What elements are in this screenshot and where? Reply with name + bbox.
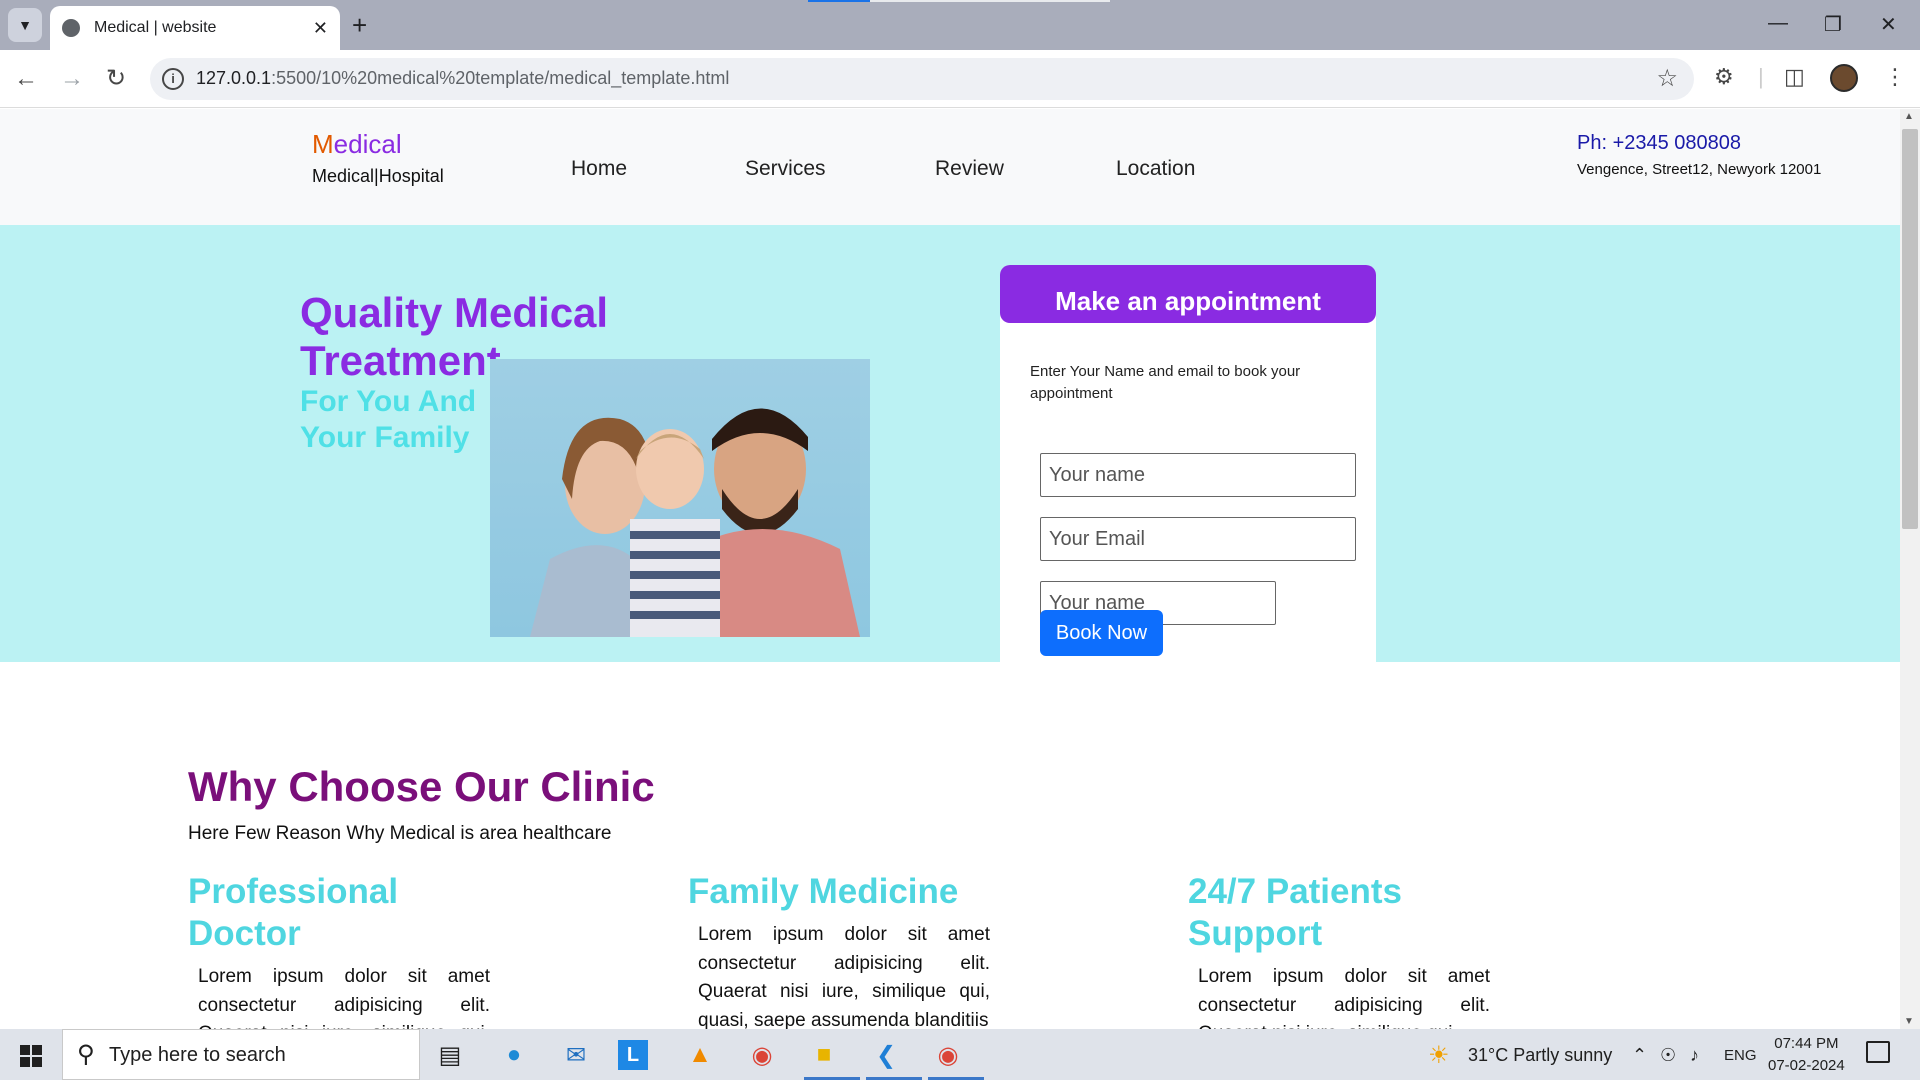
chrome-icon[interactable]: ◉ (742, 1036, 782, 1074)
hero-subtitle: For You And Your Family (300, 385, 477, 454)
windows-taskbar: ⚲ Type here to search ▤ ● ✉ L ▲ ◉ ■ ❮ ◉ … (0, 1029, 1920, 1080)
clock-time: 07:44 PM (1774, 1035, 1839, 1052)
feature-card: 24/7 Patients Support Lorem ipsum dolor … (1188, 871, 1490, 1029)
nav-location[interactable]: Location (1116, 157, 1195, 181)
page-viewport: Medical Medical|Hospital Home Services R… (0, 109, 1900, 1029)
book-now-button[interactable]: Book Now (1040, 610, 1163, 656)
restore-button[interactable]: ❐ (1824, 12, 1842, 37)
contact-address: Vengence, Street12, Newyork 12001 (1577, 161, 1822, 178)
appointment-description: Enter Your Name and email to book your a… (1030, 363, 1301, 402)
why-section-subtitle: Here Few Reason Why Medical is area heal… (188, 823, 612, 844)
edge-icon[interactable]: ● (494, 1036, 534, 1074)
volume-icon[interactable]: ♪ (1690, 1045, 1699, 1066)
name-input[interactable] (1040, 453, 1356, 497)
scrollbar-thumb[interactable] (1902, 129, 1918, 529)
address-bar[interactable]: i 127.0.0.1:5500/10%20medical%20template… (150, 58, 1694, 100)
taskbar-search-text: Type here to search (109, 1044, 286, 1066)
toolbar-divider: | (1758, 64, 1764, 89)
network-icon[interactable]: ☉ (1660, 1045, 1676, 1066)
family-photo (490, 359, 870, 637)
family-illustration (530, 408, 860, 637)
close-tab-icon[interactable]: ✕ (313, 18, 328, 39)
globe-icon (62, 19, 80, 37)
nav-home[interactable]: Home (571, 157, 627, 181)
close-window-button[interactable]: ✕ (1880, 12, 1897, 37)
bookmark-star-icon[interactable]: ☆ (1656, 64, 1678, 93)
search-icon: ⚲ (77, 1041, 95, 1068)
mail-icon[interactable]: ✉ (556, 1036, 596, 1074)
extensions-icon[interactable]: ⚙ (1714, 64, 1734, 90)
notification-icon[interactable] (1866, 1041, 1890, 1063)
feature-card: Professional Doctor Lorem ipsum dolor si… (188, 871, 508, 1029)
weather-icon[interactable]: ☀ (1428, 1041, 1450, 1070)
chevron-down-icon: ▼ (18, 17, 32, 33)
vlc-icon[interactable]: ▲ (680, 1036, 720, 1074)
feature-title: Family Medicine (688, 872, 959, 911)
email-input[interactable] (1040, 517, 1356, 561)
tab-strip-accent (808, 0, 870, 2)
l-app-icon[interactable]: L (618, 1040, 648, 1070)
feature-card: Family Medicine Lorem ipsum dolor sit am… (688, 871, 1008, 1029)
scroll-up-icon[interactable]: ▲ (1904, 111, 1914, 122)
site-brand[interactable]: Medical (312, 129, 402, 160)
vscode-icon[interactable]: ❮ (866, 1036, 922, 1080)
nav-services[interactable]: Services (745, 157, 826, 181)
tab-search-button[interactable]: ▼ (8, 8, 42, 42)
windows-start-icon[interactable] (20, 1045, 42, 1067)
why-section-title: Why Choose Our Clinic (188, 763, 655, 810)
weather-text[interactable]: 31°C Partly sunny (1468, 1045, 1612, 1066)
minimize-button[interactable]: — (1768, 12, 1788, 35)
nav-review[interactable]: Review (935, 157, 1004, 181)
url-text[interactable]: 127.0.0.1:5500/10%20medical%20template/m… (196, 68, 729, 89)
chrome-profile-icon[interactable]: ◉ (928, 1036, 984, 1080)
feature-title: Professional Doctor (188, 872, 399, 953)
task-view-icon[interactable]: ▤ (430, 1036, 470, 1074)
side-panel-icon[interactable]: ◫ (1784, 64, 1805, 90)
forward-arrow-icon[interactable]: → (60, 64, 84, 94)
kebab-menu-icon[interactable]: ⋮ (1884, 64, 1906, 90)
page-scrollbar[interactable]: ▲ ▼ (1900, 109, 1920, 1029)
feature-body: Lorem ipsum dolor sit amet consectetur a… (1198, 966, 1490, 1029)
profile-avatar[interactable] (1830, 64, 1858, 92)
clock-date: 07-02-2024 (1768, 1057, 1845, 1074)
back-arrow-icon[interactable]: ← (14, 64, 38, 94)
site-info-icon[interactable]: i (162, 68, 184, 90)
site-header: Medical Medical|Hospital Home Services R… (0, 109, 1900, 225)
language-indicator[interactable]: ENG (1724, 1047, 1757, 1064)
appointment-card: Make an appointment Enter Your Name and … (1000, 265, 1376, 662)
contact-phone: Ph: +2345 080808 (1577, 132, 1742, 154)
taskbar-clock[interactable]: 07:44 PM 07-02-2024 (1768, 1033, 1845, 1077)
browser-toolbar: ← → ↻ i 127.0.0.1:5500/10%20medical%20te… (0, 50, 1920, 108)
site-brand-subtitle: Medical|Hospital (312, 166, 444, 186)
feature-body: Lorem ipsum dolor sit amet consectetur a… (198, 966, 490, 1029)
hero-section: Quality Medical Treatment For You And Yo… (0, 225, 1900, 662)
new-tab-button[interactable]: + (352, 10, 367, 40)
scroll-down-icon[interactable]: ▼ (1904, 1016, 1914, 1027)
file-explorer-icon[interactable]: ■ (804, 1036, 860, 1080)
browser-titlebar: ▼ Medical | website ✕ + — ❐ ✕ (0, 0, 1920, 50)
browser-tab[interactable]: Medical | website ✕ (50, 6, 340, 50)
feature-title: 24/7 Patients Support (1188, 872, 1402, 953)
taskbar-search[interactable]: ⚲ Type here to search (62, 1029, 420, 1080)
chevron-up-icon[interactable]: ⌃ (1632, 1045, 1647, 1066)
appointment-heading: Make an appointment (1000, 265, 1376, 323)
feature-body: Lorem ipsum dolor sit amet consectetur a… (698, 924, 990, 1029)
tab-title: Medical | website (94, 19, 217, 36)
reload-icon[interactable]: ↻ (106, 64, 126, 94)
tab-strip-accent-light (870, 0, 1110, 2)
